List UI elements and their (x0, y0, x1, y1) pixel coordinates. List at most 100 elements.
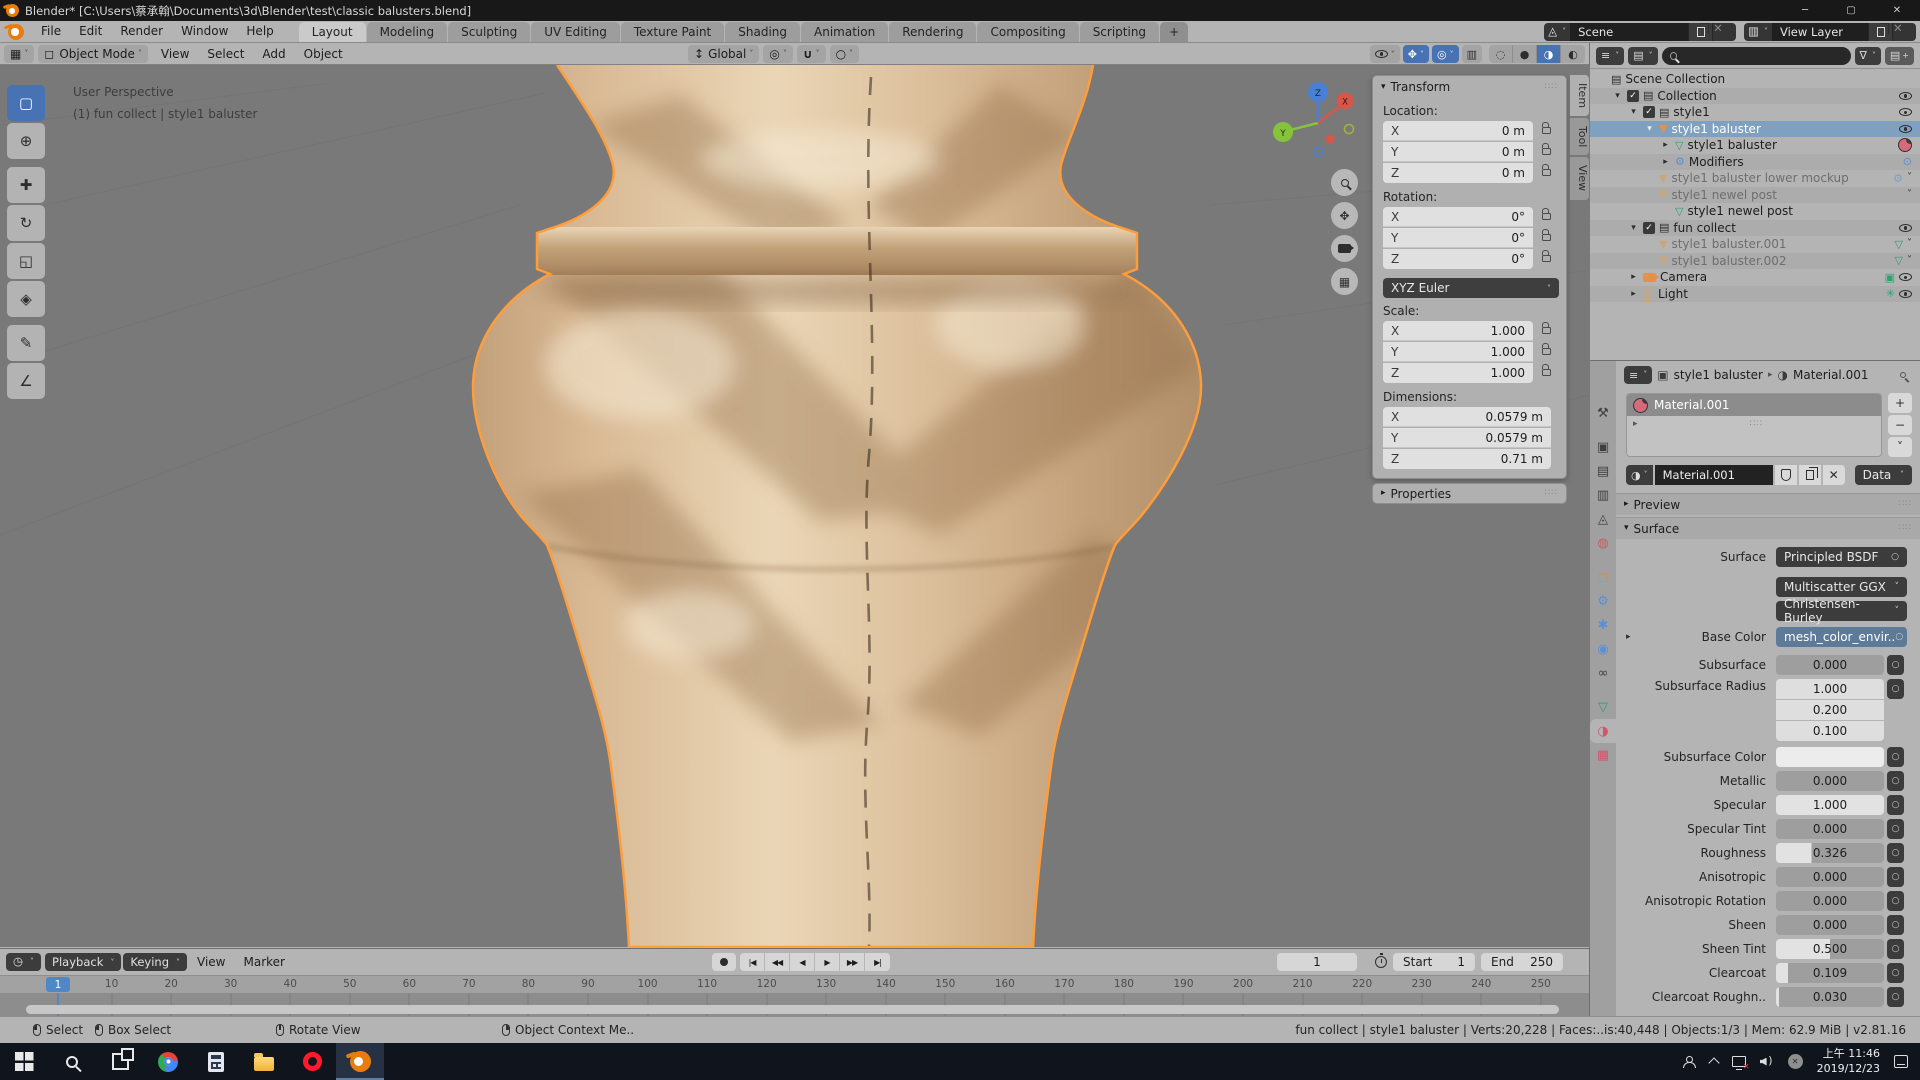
sidebar-tab-item[interactable]: Item (1570, 75, 1589, 116)
transform-scale-y-field[interactable]: Y1.000 (1383, 342, 1533, 362)
slider-sheen[interactable]: 0.000 (1776, 915, 1884, 935)
shading-solid-button[interactable]: ● (1513, 45, 1537, 63)
timeline-editor-type-selector[interactable]: ◷˅ (6, 953, 41, 971)
workspace-tab-scripting[interactable]: Scripting (1080, 22, 1159, 42)
workspace-tab-texture-paint[interactable]: Texture Paint (621, 22, 724, 42)
transform-scale-x-field[interactable]: X1.000 (1383, 321, 1533, 341)
slider-specular-tint[interactable]: 0.000 (1776, 819, 1884, 839)
navigation-gizmo[interactable]: Z Y X (1268, 79, 1368, 179)
expanded-arrow-icon[interactable]: ▾ (1644, 124, 1655, 134)
editor-type-selector[interactable]: ▦˅ (4, 45, 34, 63)
dropdown-christensen-burley[interactable]: Christensen-Burley˅ (1776, 601, 1907, 621)
view-layer-name[interactable]: View Layer (1772, 23, 1868, 41)
properties-tab-world[interactable]: ◍ (1590, 531, 1616, 555)
node-socket-button[interactable]: ○ (1887, 747, 1904, 767)
collapsed-arrow-icon[interactable]: ▸ (1628, 289, 1639, 299)
snap-dropdown[interactable]: ∪˅ (797, 45, 826, 63)
transform-rotation-z-field[interactable]: Z0° (1383, 249, 1533, 269)
outliner-row[interactable]: ▼style1 baluster.001▽˅ (1590, 236, 1920, 253)
viewport-menu-add[interactable]: Add (253, 44, 294, 64)
hidden-icons-icon[interactable] (1708, 1057, 1719, 1068)
lock-icon[interactable] (1542, 127, 1551, 134)
taskbar-opera-button[interactable] (288, 1043, 336, 1080)
mode-dropdown[interactable]: ◻Object Mode˅ (38, 45, 148, 63)
tool-cursor[interactable]: ⊕ (7, 123, 45, 159)
taskbar-chrome-button[interactable] (144, 1043, 192, 1080)
properties-tab-object-data[interactable]: ▽ (1590, 695, 1616, 719)
show-overlays-button[interactable]: ◎˅ (1432, 45, 1459, 63)
eye-closed-icon[interactable]: ˅ (1907, 173, 1912, 183)
new-view-layer-button[interactable] (1868, 23, 1892, 41)
properties-tab-texture[interactable]: ▦ (1590, 743, 1616, 767)
panel-grip-icon[interactable]: ∷∷ (1545, 83, 1558, 92)
collection-checkbox[interactable]: ✓ (1627, 90, 1639, 102)
transform-dimensions-y-field[interactable]: Y0.0579 m (1383, 428, 1551, 448)
expanded-arrow-icon[interactable]: ▾ (1628, 223, 1639, 233)
display-mode-dropdown[interactable]: ▤˅ (1628, 47, 1657, 65)
minimize-button[interactable]: ─ (1782, 0, 1828, 21)
tool-annotate[interactable]: ✎ (7, 325, 45, 361)
outliner-row[interactable]: ▤Scene Collection (1590, 71, 1920, 88)
viewport-menu-select[interactable]: Select (198, 44, 253, 64)
slider-specular[interactable]: 1.000 (1776, 795, 1884, 815)
unlink-material-button[interactable]: ✕ (1823, 465, 1845, 485)
menu-help[interactable]: Help (237, 21, 282, 42)
stopwatch-icon[interactable] (1375, 956, 1387, 968)
node-input-base-color[interactable]: mesh_color_envir..○ (1776, 627, 1907, 647)
outliner-row[interactable]: ▾✓▤style1 (1590, 104, 1920, 121)
status-x-icon[interactable] (1788, 1054, 1803, 1069)
value-field[interactable]: 0.200 (1776, 700, 1884, 720)
transform-rotation-y-field[interactable]: Y0° (1383, 228, 1533, 248)
node-socket-button[interactable]: ○ (1887, 795, 1904, 815)
proportional-editing-dropdown[interactable]: ○˅ (830, 45, 859, 63)
transform-location-z-field[interactable]: Z0 m (1383, 163, 1533, 183)
shading-material-preview-button[interactable]: ◑ (1537, 45, 1561, 63)
properties-collapsed-panel[interactable]: ▸ Properties ∷∷ (1372, 483, 1567, 504)
properties-tab-tool[interactable]: ⚒ (1590, 401, 1616, 425)
workspace-tab-modeling[interactable]: Modeling (367, 22, 448, 42)
nav-camera-view-button[interactable] (1331, 235, 1358, 262)
slider-anisotropic-rotation[interactable]: 0.000 (1776, 891, 1884, 911)
record-button[interactable] (712, 953, 736, 971)
menu-file[interactable]: File (32, 21, 70, 42)
properties-tab-particles[interactable]: ✱ (1590, 613, 1616, 637)
taskbar-file-explorer-button[interactable] (240, 1043, 288, 1080)
viewport-menu-object[interactable]: Object (295, 44, 352, 64)
panel-grip-icon[interactable]: ∷∷ (1899, 524, 1912, 533)
material-slot-footer[interactable]: ▸ ∷∷ (1627, 416, 1881, 432)
taskbar-search-button[interactable] (48, 1043, 96, 1080)
nav-zoom-button[interactable] (1331, 169, 1358, 196)
pin-icon[interactable] (1900, 372, 1906, 378)
viewport-canvas[interactable]: ▢⊕✚↻◱◈✎∠ User Perspective (1) fun collec… (0, 65, 1590, 947)
sidebar-tab-view[interactable]: View (1570, 157, 1589, 199)
transform-panel-header[interactable]: ▾ Transform ∷∷ (1373, 76, 1566, 98)
eye-icon[interactable] (1899, 273, 1912, 281)
frame-end-field[interactable]: End250 (1481, 953, 1563, 971)
properties-tab-modifiers[interactable]: ⚙ (1590, 589, 1616, 613)
collapsed-arrow-icon[interactable]: ▸ (1660, 140, 1671, 150)
play-button[interactable]: ▶ (815, 953, 840, 971)
timeline-menu-marker[interactable]: Marker (235, 953, 292, 971)
outliner-row[interactable]: ▼style1 baluster.002▽˅ (1590, 253, 1920, 270)
show-visibility-button[interactable]: ˅ (1370, 45, 1400, 63)
properties-tab-scene[interactable]: ◬ (1590, 507, 1616, 531)
timeline-playback-dropdown[interactable]: Playback˅ (45, 953, 121, 971)
properties-tab-physics[interactable]: ◉ (1590, 637, 1616, 661)
lock-icon[interactable] (1542, 169, 1551, 176)
properties-tab-object[interactable]: ◻ (1590, 565, 1616, 589)
timeline-keying-dropdown[interactable]: Keying˅ (123, 953, 187, 971)
outliner-row[interactable]: ▼style1 baluster lower mockup⚙˅ (1590, 170, 1920, 187)
expanded-arrow-icon[interactable]: ▾ (1612, 91, 1623, 101)
transform-location-y-field[interactable]: Y0 m (1383, 142, 1533, 162)
volume-icon[interactable] (1760, 1056, 1774, 1067)
workspace-tab-sculpting[interactable]: Sculpting (448, 22, 530, 42)
outliner-row[interactable]: ▸⚙Modifiers⊙ (1590, 154, 1920, 171)
show-gizmo-button[interactable]: ✥˅ (1403, 45, 1429, 63)
outliner-row[interactable]: ▾✓▤fun collect (1590, 220, 1920, 237)
slider-sheen-tint[interactable]: 0.500 (1776, 939, 1884, 959)
expand-arrow-icon[interactable]: ▸ (1626, 632, 1631, 642)
panel-grip-icon[interactable]: ∷∷ (1899, 500, 1912, 509)
color-swatch-subsurface-color[interactable] (1776, 747, 1884, 767)
transform-rotation-x-field[interactable]: X0° (1383, 207, 1533, 227)
scene-name[interactable]: Scene (1570, 23, 1688, 41)
